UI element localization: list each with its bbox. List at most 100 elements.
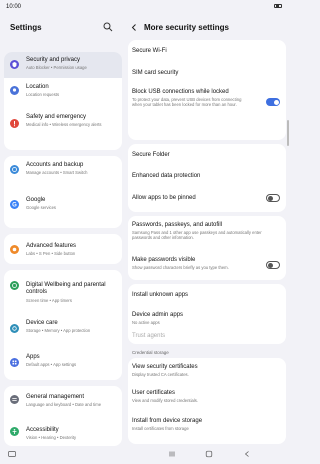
settings-group-2: Accounts and backup Manage accounts • Sm… — [4, 156, 122, 228]
view-security-certificates-description: Display trusted CA certificates. — [132, 372, 189, 377]
credential-storage-heading: Credential storage — [132, 350, 169, 355]
install-from-storage-item[interactable]: Install from device storage Install cert… — [128, 412, 286, 442]
status-time: 10:00 — [6, 4, 22, 10]
enhanced-data-protection-item[interactable]: Enhanced data protection — [128, 166, 286, 188]
sidebar-item-google[interactable]: G Google Google services — [4, 192, 122, 216]
sliders-icon — [10, 395, 19, 404]
security-group-2: Secure Folder Enhanced data protection A… — [128, 144, 286, 212]
device-admin-apps-label: Device admin apps — [132, 312, 184, 318]
secure-wifi-item[interactable]: Secure Wi-Fi — [128, 40, 286, 60]
enhanced-data-protection-label: Enhanced data protection — [132, 173, 201, 179]
user-certificates-item[interactable]: User certificates View and modify stored… — [128, 386, 286, 410]
sim-card-security-label: SIM card security — [132, 70, 179, 76]
block-usb-toggle[interactable] — [266, 98, 280, 106]
sidebar-item-general-management[interactable]: General management Language and keyboard… — [4, 386, 122, 416]
allow-apps-pinned-toggle[interactable] — [266, 194, 280, 202]
emergency-icon — [10, 119, 19, 128]
security-group-5: View security certificates Display trust… — [128, 358, 286, 444]
sidebar-item-sub: Medical info • Wireless emergency alerts — [26, 122, 102, 127]
install-from-storage-label: Install from device storage — [132, 418, 203, 424]
sidebar-item-label: Location — [26, 84, 49, 90]
sidebar-item-label: Google — [26, 197, 46, 203]
sidebar-item-sub: Screen time • App timers — [26, 298, 72, 303]
security-group-3: Passwords, passkeys, and autofill Samsun… — [128, 216, 286, 280]
sidebar-item-accessibility[interactable]: Accessibility Vision • Hearing • Dexteri… — [4, 422, 122, 446]
sidebar-item-location[interactable]: Location Location requests — [4, 80, 122, 102]
sidebar-item-accounts-backup[interactable]: Accounts and backup Manage accounts • Sm… — [4, 156, 122, 180]
settings-list-pane: Settings Security and privacy Auto Block… — [0, 14, 126, 446]
security-group-4: Install unknown apps Device admin apps N… — [128, 284, 286, 344]
sidebar-item-label: Apps — [26, 354, 40, 360]
navigation-bar — [0, 444, 290, 464]
sidebar-item-label: Digital Wellbeing and parental controls — [26, 282, 106, 295]
sidebar-item-security-privacy[interactable]: Security and privacy Auto Blocker • Perm… — [4, 52, 122, 78]
sidebar-item-safety-emergency[interactable]: Safety and emergency Medical info • Wire… — [4, 110, 122, 144]
sidebar-item-sub: Auto Blocker • Permission usage — [26, 65, 87, 70]
make-passwords-visible-item[interactable]: Make passwords visible Show password cha… — [128, 252, 286, 278]
secure-folder-label: Secure Folder — [132, 152, 170, 158]
sidebar-item-sub: Manage accounts • Smart Switch — [26, 170, 88, 175]
passwords-autofill-label: Passwords, passkeys, and autofill — [132, 222, 223, 228]
sync-icon — [10, 165, 19, 174]
sidebar-item-digital-wellbeing[interactable]: Digital Wellbeing and parental controls … — [4, 270, 122, 306]
battery-icon — [274, 4, 282, 8]
device-admin-apps-description: No active apps — [132, 320, 160, 325]
star-gear-icon — [10, 245, 19, 254]
sidebar-item-label: Advanced features — [26, 243, 77, 249]
allow-apps-pinned-item[interactable]: Allow apps to be pinned — [128, 188, 286, 212]
sidebar-item-sub: Google services — [26, 205, 57, 210]
home-icon[interactable] — [205, 450, 213, 458]
install-unknown-apps-item[interactable]: Install unknown apps — [128, 284, 286, 304]
make-passwords-visible-label: Make passwords visible — [132, 257, 196, 263]
sidebar-item-sub: Labs • S Pen • Side button — [26, 251, 76, 256]
allow-apps-pinned-label: Allow apps to be pinned — [132, 195, 196, 201]
sim-card-security-item[interactable]: SIM card security — [128, 62, 286, 82]
user-certificates-description: View and modify stored credentials. — [132, 398, 199, 403]
wellbeing-icon — [10, 281, 19, 290]
secure-wifi-label: Secure Wi-Fi — [132, 48, 167, 54]
block-usb-description: To protect your data, prevent USB device… — [132, 97, 242, 108]
back-arrow-icon[interactable] — [130, 23, 138, 32]
settings-group-3: Advanced features Labs • S Pen • Side bu… — [4, 234, 122, 264]
trust-agents-item: Trust agents — [128, 328, 286, 344]
install-unknown-apps-label: Install unknown apps — [132, 292, 189, 298]
status-bar: 10:00 — [0, 0, 290, 14]
location-pin-icon — [10, 86, 19, 95]
sidebar-item-label: General management — [26, 394, 85, 400]
make-passwords-visible-description: Show password characters briefly as you … — [132, 265, 229, 270]
view-security-certificates-item[interactable]: View security certificates Display trust… — [128, 358, 286, 382]
accessibility-icon — [10, 427, 19, 436]
svg-text:G: G — [12, 203, 17, 209]
shield-icon — [10, 60, 19, 69]
detail-pane: More security settings Secure Wi-Fi SIM … — [126, 14, 290, 444]
sidebar-item-sub: Storage • Memory • App protection — [26, 328, 91, 333]
settings-title: Settings — [10, 23, 42, 32]
passwords-autofill-item[interactable]: Passwords, passkeys, and autofill Samsun… — [128, 216, 286, 250]
sidebar-item-label: Accounts and backup — [26, 162, 84, 168]
recent-apps-icon[interactable] — [168, 450, 176, 458]
secure-folder-item[interactable]: Secure Folder — [128, 144, 286, 166]
view-security-certificates-label: View security certificates — [132, 364, 198, 370]
keyboard-icon[interactable] — [8, 450, 16, 458]
sidebar-item-apps[interactable]: Apps Default apps • App settings — [4, 350, 122, 376]
scrollbar[interactable] — [287, 120, 289, 146]
sidebar-item-label: Safety and emergency — [26, 114, 87, 120]
trust-agents-label: Trust agents — [132, 333, 166, 339]
device-care-icon — [10, 324, 19, 333]
back-icon[interactable] — [243, 450, 251, 458]
sidebar-item-sub: Language and keyboard • Date and time — [26, 402, 102, 407]
sidebar-item-device-care[interactable]: Device care Storage • Memory • App prote… — [4, 314, 122, 344]
sidebar-item-advanced-features[interactable]: Advanced features Labs • S Pen • Side bu… — [4, 234, 122, 264]
device-admin-apps-item[interactable]: Device admin apps No active apps — [128, 308, 286, 330]
make-passwords-visible-toggle[interactable] — [266, 261, 280, 269]
sidebar-item-label: Accessibility — [26, 427, 59, 433]
block-usb-item[interactable]: Block USB connections while locked To pr… — [128, 84, 286, 138]
sidebar-item-label: Security and privacy — [26, 57, 81, 63]
security-group-1: Secure Wi-Fi SIM card security Block USB… — [128, 40, 286, 140]
search-icon[interactable] — [103, 22, 113, 32]
block-usb-label: Block USB connections while locked — [132, 89, 229, 95]
sidebar-item-sub: Location requests — [26, 92, 60, 97]
settings-group-5: General management Language and keyboard… — [4, 386, 122, 446]
user-certificates-label: User certificates — [132, 390, 176, 396]
sidebar-item-sub: Vision • Hearing • Dexterity — [26, 435, 77, 440]
